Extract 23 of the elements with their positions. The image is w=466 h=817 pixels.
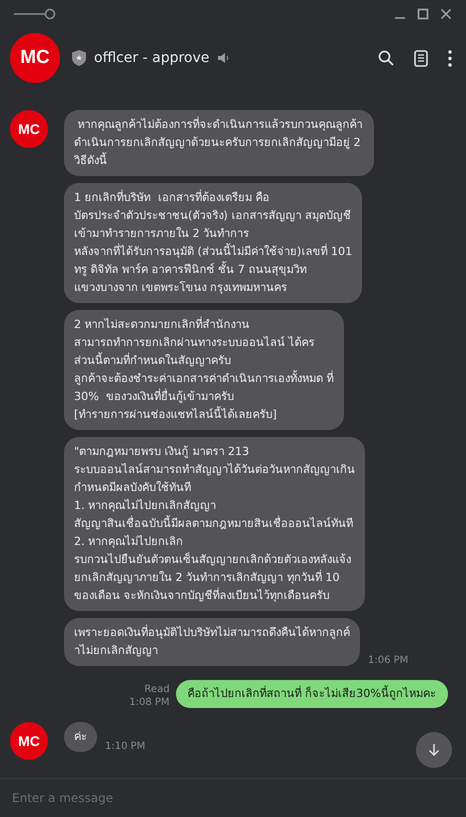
message-time: 1:08 PM xyxy=(129,697,170,708)
scroll-down-button[interactable] xyxy=(416,732,452,768)
message-bubble: 2 หากไม่สะดวกมายกเลิกที่สำนักงาน สามารถทำการยกเลิกผ่านทางระบบออนไลน์ ได้คร ส่วนนี้ตามที่กำหนดในสัญญาครับ ลูกค้าจะต้องชำระค่าเอกสารค่าดำเนินการเองทั้งหมด ที่ 30% ของวงเงินที่ยื่นกู้เข้ามาครับ [ทำรายการผ่านช่องแชทไลน์นี้ได้เลยครับ] xyxy=(64,310,344,430)
read-receipt: Read xyxy=(144,684,170,695)
logo-text: MC xyxy=(18,733,40,749)
message-bubble: คือถ้าไปยกเลิกที่สถานที่ ก็จะไม่เสีย30%นี้ถูกไหมคะ xyxy=(176,680,448,708)
search-icon[interactable] xyxy=(378,50,394,66)
message-bubble: เพราะยอดเงินที่อนุมัติไปบริษัทไม่สามารถดึงคืนได้หากลูกค์ าไม่ยกเลิกสัญญา xyxy=(64,618,360,666)
message-bubble: ค่ะ xyxy=(64,722,97,752)
logo-text: MC xyxy=(18,121,40,137)
notes-icon[interactable] xyxy=(414,50,428,66)
message-bubble: "ตามกฎหมายพรบ เงินกู้ มาตรา 213 ระบบออนไลน์สามารถทำสัญญาได้วันต่อวันหากสัญญาเกิน กำหนดมีผลบังคับใช้ทันที 1. หากคุณไม่ไปยกเลิกสัญญา สัญญาสินเชื่อฉบับนี้มีผลตามกฎหมายสินเชื่อออนไลน์ทันที 2. หากคุณไม่ไปยกเลิก รบกวนไปยืนยันตัวตนเซ็นสัญญายกเลิกด้วยตัวเองหลังแจ้ง ยกเลิกสัญญาภายใน 2 วันทำการเลิกสัญญา ทุกวันที่ 10 ของเดือน จะหักเงินจากบัญชีที่ลงเบียนไว้ทุกเดือนครับ xyxy=(64,437,365,611)
message-time: 1:06 PM xyxy=(368,655,408,666)
message-bubble: หากคุณลูกค้าไม่ต้องการที่จะดำเนินการแล้วรบกวนคุณลูกค้าดำเนินการยกเลิกสัญญาด้วยนะครับการยกเลิกสัญญามีอยู่ 2 วิธีดังนี้ xyxy=(64,110,374,176)
slider-icon[interactable] xyxy=(14,7,56,21)
arrow-down-icon xyxy=(427,743,441,757)
logo-text: MC xyxy=(20,47,50,69)
message-bubble: 1 ยกเลิกที่บริษัท เอกสารที่ต้องเตรียม คือ บัตรประจำตัวประชาชน(ตัวจริง) เอกสารสัญญา สมุดบัญชี เข้ามาทำรายการภายใน 2 วันทำการ หลังจากที่ได้รับการอนุมัติ (ส่วนนี้ไม่มีค่าใช้จ่าย)เลขที่ 101 ทรู ดิจิทัล พาร์ค อาคารฟีนิกซ์ ชั้น 7 ถนนสุขุมวิท แขวงบางจาก เขตพระโขนง กรุงเทพมหานคร xyxy=(64,183,362,303)
close-icon[interactable] xyxy=(440,8,452,20)
maximize-icon[interactable] xyxy=(417,8,429,20)
chat-title: offlcer - approve xyxy=(94,50,210,66)
more-icon[interactable] xyxy=(448,50,452,66)
message-time: 1:10 PM xyxy=(105,741,146,752)
